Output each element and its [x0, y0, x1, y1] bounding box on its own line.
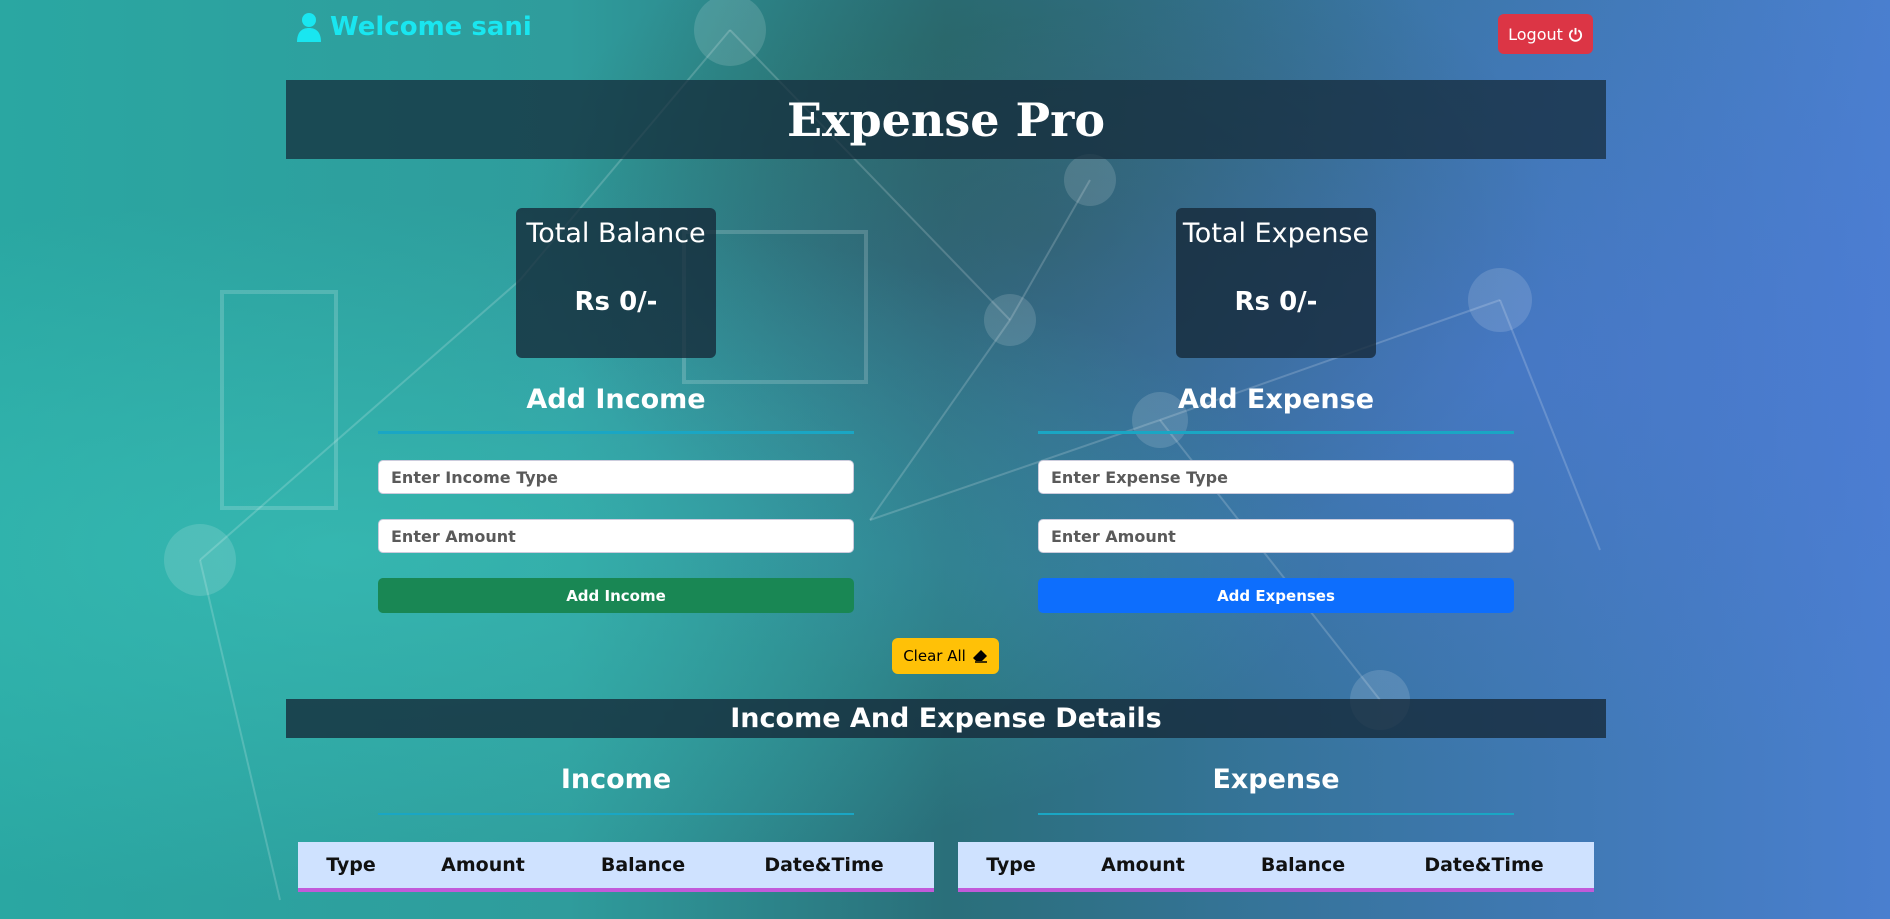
clear-all-label: Clear All	[903, 647, 966, 665]
column-header: Amount	[1101, 854, 1185, 876]
expense-table-title: Expense	[1212, 764, 1340, 795]
income-table-header: Type Amount Balance Date&Time	[298, 842, 934, 892]
welcome-text: Welcome sani	[330, 12, 532, 42]
income-amount-input[interactable]: Enter Amount	[378, 519, 854, 553]
total-expense-title: Total Expense	[1182, 218, 1370, 249]
income-table-divider	[378, 813, 854, 815]
total-balance-value: Rs 0/-	[574, 287, 658, 317]
column-header: Balance	[1260, 854, 1346, 876]
details-title: Income And Expense Details	[730, 703, 1162, 734]
eraser-icon	[972, 650, 987, 663]
add-income-divider	[378, 431, 854, 434]
logout-label: Logout	[1508, 24, 1563, 44]
app-title: Expense Pro	[786, 92, 1106, 147]
clear-all-button[interactable]: Clear All	[892, 638, 999, 674]
column-header: Type	[326, 854, 376, 876]
income-table-title: Income	[560, 764, 672, 795]
add-income-title: Add Income	[526, 384, 706, 415]
user-icon	[297, 13, 321, 42]
add-expenses-button[interactable]: Add Expenses	[1038, 578, 1514, 613]
total-balance-title: Total Balance	[526, 218, 706, 249]
total-expense-value: Rs 0/-	[1234, 287, 1318, 317]
column-header: Amount	[441, 854, 525, 876]
power-icon	[1568, 27, 1582, 42]
expense-type-input[interactable]: Enter Expense Type	[1038, 460, 1514, 494]
expense-amount-input[interactable]: Enter Amount	[1038, 519, 1514, 553]
column-header: Date&Time	[764, 854, 884, 876]
column-header: Type	[986, 854, 1036, 876]
add-expense-divider	[1038, 431, 1514, 434]
add-income-button[interactable]: Add Income	[378, 578, 854, 613]
total-expense-card: Total Expense Rs 0/-	[1176, 208, 1376, 358]
welcome-message: Welcome sani	[296, 12, 532, 42]
expense-table-divider	[1038, 813, 1514, 815]
column-header: Date&Time	[1424, 854, 1544, 876]
logout-button[interactable]: Logout	[1498, 14, 1593, 54]
details-title-bar: Income And Expense Details	[286, 699, 1606, 738]
income-type-input[interactable]: Enter Income Type	[378, 460, 854, 494]
add-expense-title: Add Expense	[1177, 384, 1375, 415]
expense-table-header: Type Amount Balance Date&Time	[958, 842, 1594, 892]
column-header: Balance	[600, 854, 686, 876]
app-title-banner: Expense Pro	[286, 80, 1606, 159]
total-balance-card: Total Balance Rs 0/-	[516, 208, 716, 358]
